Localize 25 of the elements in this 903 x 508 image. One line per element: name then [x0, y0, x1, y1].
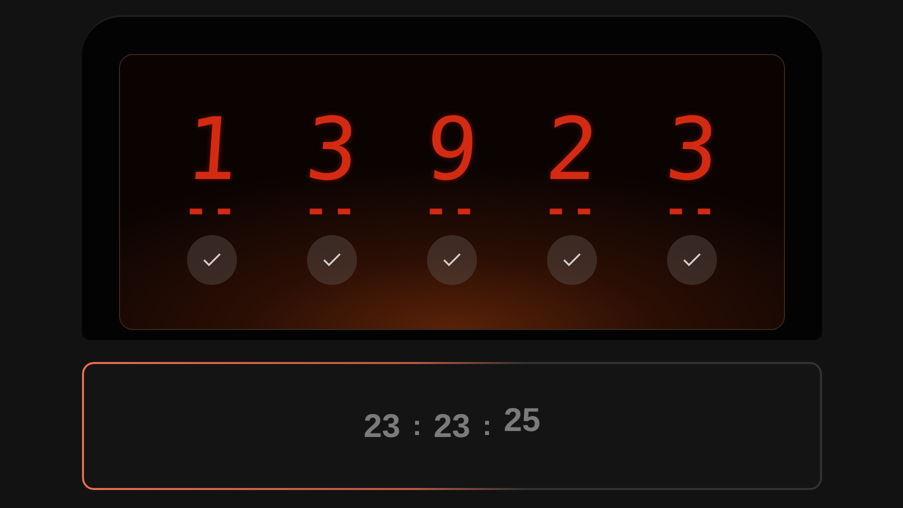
- segment-dashes: --: [544, 195, 600, 225]
- check-button[interactable]: [307, 235, 357, 285]
- time-value: 23: [364, 407, 400, 445]
- check-icon: [562, 252, 582, 268]
- segment-digit: 2: [543, 107, 601, 193]
- segment-dashes: --: [184, 195, 240, 225]
- segment-dashes: --: [424, 195, 480, 225]
- time-value: 25: [504, 401, 540, 439]
- check-button[interactable]: [547, 235, 597, 285]
- check-button[interactable]: [187, 235, 237, 285]
- segment-digit: 1: [183, 107, 241, 193]
- check-icon: [202, 252, 222, 268]
- check-icon: [322, 252, 342, 268]
- time-value: 23: [434, 407, 470, 445]
- check-button[interactable]: [427, 235, 477, 285]
- segment-dashes: --: [664, 195, 720, 225]
- check-icon: [682, 252, 702, 268]
- segment-digit: 9: [423, 107, 481, 193]
- time-separator: :: [412, 410, 422, 442]
- check-icon: [442, 252, 462, 268]
- segment-dashes: --: [304, 195, 360, 225]
- time-separator: :: [482, 410, 492, 442]
- check-button[interactable]: [667, 235, 717, 285]
- segment-digit: 3: [303, 107, 361, 193]
- segment-digit: 3: [663, 107, 721, 193]
